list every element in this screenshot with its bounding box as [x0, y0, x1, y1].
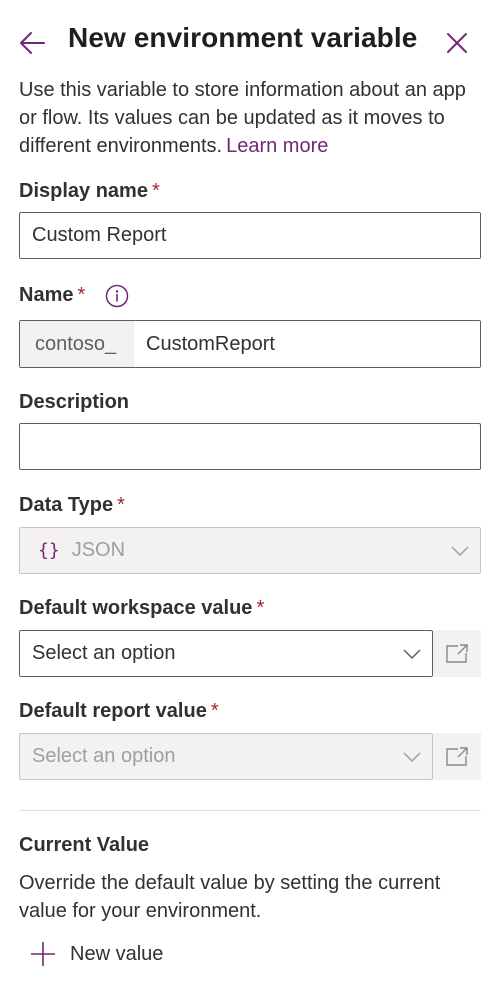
chevron-down-icon [403, 649, 421, 660]
data-type-label: Data Type * [19, 494, 125, 517]
section-divider [19, 810, 481, 811]
default-report-placeholder: Select an option [32, 745, 176, 767]
open-report-button[interactable] [433, 733, 481, 780]
info-icon[interactable] [105, 284, 129, 308]
description-input[interactable] [19, 423, 481, 470]
data-type-dropdown: {} JSON [19, 527, 481, 574]
intro-text: Use this variable to store information a… [19, 76, 489, 160]
default-workspace-dropdown[interactable]: Select an option [19, 630, 433, 677]
panel-title: New environment variable [68, 22, 418, 53]
chevron-down-icon [451, 546, 469, 557]
name-label-text: Name [19, 284, 74, 306]
open-workspace-button[interactable] [433, 630, 481, 677]
default-workspace-placeholder: Select an option [32, 642, 176, 664]
open-in-new-window-icon [446, 643, 468, 663]
chevron-down-icon [403, 752, 421, 763]
default-report-label: Default report value * [19, 700, 219, 723]
name-field: contoso_ [19, 320, 481, 368]
new-value-button[interactable]: New value [30, 938, 163, 970]
display-name-label-text: Display name [19, 180, 148, 202]
default-workspace-label-text: Default workspace value [19, 597, 253, 619]
plus-icon [31, 942, 55, 966]
description-label: Description [19, 391, 130, 413]
learn-more-link[interactable]: Learn more [226, 135, 328, 157]
default-report-dropdown: Select an option [19, 733, 433, 780]
data-type-label-text: Data Type [19, 494, 114, 516]
default-workspace-label: Default workspace value * [19, 597, 264, 620]
display-name-label: Display name * [19, 180, 160, 203]
required-indicator: * [151, 180, 160, 202]
json-icon: {} [38, 540, 60, 561]
name-label: Name * [19, 284, 85, 307]
required-indicator: * [117, 494, 125, 516]
open-in-new-window-icon [446, 746, 468, 766]
close-icon [447, 33, 467, 53]
current-value-description: Override the default value by setting th… [19, 872, 441, 922]
data-type-value: JSON [71, 539, 126, 561]
current-value-title: Current Value [19, 834, 150, 856]
required-indicator: * [256, 597, 265, 619]
back-arrow-icon [20, 32, 45, 54]
environment-variable-panel: New environment variable Use this variab… [0, 0, 497, 990]
required-indicator: * [210, 700, 219, 722]
name-input[interactable] [134, 321, 480, 367]
required-indicator: * [77, 284, 86, 306]
default-report-label-text: Default report value [19, 700, 207, 722]
display-name-input[interactable] [19, 212, 481, 259]
back-button[interactable] [17, 28, 47, 58]
close-button[interactable] [444, 30, 470, 56]
name-prefix: contoso_ [20, 321, 134, 367]
new-value-label: New value [70, 942, 164, 965]
